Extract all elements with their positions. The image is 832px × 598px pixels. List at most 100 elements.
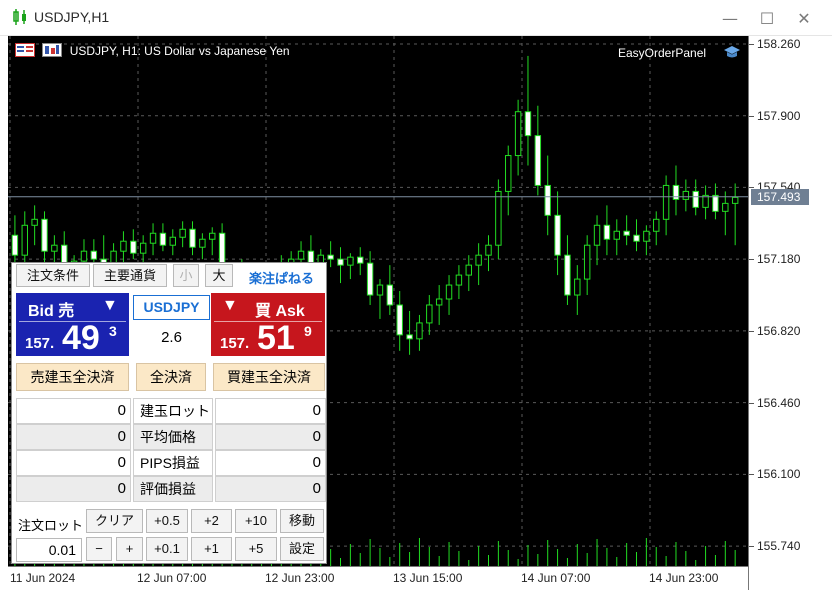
price-axis: 158.260 157.900 157.540 157.180 156.820 … xyxy=(748,36,824,590)
candle-body xyxy=(297,250,305,260)
ask-price-prefix: 157. xyxy=(220,335,250,352)
buy-average-value: 0 xyxy=(215,424,326,450)
price-label: 157.900 xyxy=(757,108,801,123)
row-label: 建玉ロット xyxy=(133,398,213,424)
price-label: 157.180 xyxy=(757,252,801,267)
time-label: 13 Jun 15:00 xyxy=(393,571,463,585)
candle-body xyxy=(386,284,394,306)
candle-body xyxy=(564,254,571,296)
candle-body xyxy=(159,232,167,246)
candle-body xyxy=(337,258,344,266)
time-axis: 11 Jun 2024 12 Jun 07:00 12 Jun 23:00 13… xyxy=(8,566,748,590)
candle-body xyxy=(475,254,482,266)
time-label: 14 Jun 23:00 xyxy=(649,571,719,585)
candle-body xyxy=(633,234,640,242)
settings-button[interactable]: 設定 xyxy=(280,537,324,561)
candle-body xyxy=(524,111,532,137)
candle-body xyxy=(682,190,690,200)
candle-body xyxy=(120,240,127,252)
bid-price-prefix: 157. xyxy=(25,335,55,352)
close-all-sell-button[interactable]: 売建玉全決済 xyxy=(16,363,129,391)
candle-body xyxy=(31,218,38,226)
add-0.1-button[interactable]: +0.1 xyxy=(146,537,188,561)
price-label: 156.820 xyxy=(757,323,801,338)
candlestick-app-icon xyxy=(13,9,26,25)
price-tick xyxy=(749,402,754,404)
sell-lots-value: 0 xyxy=(16,398,131,424)
candle-body xyxy=(199,238,206,248)
price-label: 155.740 xyxy=(757,539,801,554)
candle-body xyxy=(731,196,739,204)
candle-body xyxy=(534,135,542,186)
minimize-icon[interactable]: — xyxy=(719,8,741,30)
time-label: 14 Jun 07:00 xyxy=(521,571,591,585)
sell-arrow-icon: ▼ xyxy=(102,297,118,314)
size-small-button[interactable]: 小 xyxy=(173,264,199,287)
candle-body xyxy=(327,254,334,260)
candle-body xyxy=(169,236,176,246)
average-price-row: 0 平均価格 0 xyxy=(16,424,326,450)
candle-body xyxy=(90,250,98,260)
candle-body xyxy=(51,244,58,252)
candle-body xyxy=(21,224,28,256)
chart-type-icon[interactable] xyxy=(42,43,63,57)
candle-body xyxy=(593,224,601,246)
candle-body xyxy=(613,230,620,240)
add-1-button[interactable]: +1 xyxy=(191,537,232,561)
bid-price-pips: 49 xyxy=(62,319,100,357)
decrease-lot-button[interactable]: − xyxy=(86,537,112,561)
size-large-button[interactable]: 大 xyxy=(205,264,233,287)
close-all-button[interactable]: 全決済 xyxy=(136,363,206,391)
graduation-cap-icon[interactable] xyxy=(723,44,741,60)
price-tick xyxy=(749,43,754,45)
increase-lot-button[interactable]: + xyxy=(116,537,143,561)
unrealized-pl-row: 0 評価損益 0 xyxy=(16,476,326,502)
price-label: 158.260 xyxy=(757,36,801,51)
candle-body xyxy=(623,230,630,236)
candle-body xyxy=(722,202,729,212)
major-currencies-tab[interactable]: 主要通貨 xyxy=(93,264,167,287)
ask-price-point: 9 xyxy=(304,323,312,339)
bid-sell-button[interactable]: Bid 売 ▼ 157. 49 3 xyxy=(16,293,129,357)
order-lot-input[interactable]: 0.01 xyxy=(16,538,82,562)
buy-pips-value: 0 xyxy=(215,450,326,476)
time-label: 12 Jun 07:00 xyxy=(137,571,207,585)
price-tick xyxy=(749,259,754,261)
order-conditions-tab[interactable]: 注文条件 xyxy=(16,264,90,287)
close-icon[interactable]: ✕ xyxy=(793,8,815,30)
order-panel: 注文条件 主要通貨 小 大 楽注ぱねる Bid 売 ▼ 157. 49 3 US… xyxy=(11,262,327,564)
candle-body xyxy=(80,250,88,262)
clear-lot-button[interactable]: クリア xyxy=(86,509,143,533)
candle-body xyxy=(514,111,522,157)
candle-body xyxy=(574,278,581,296)
price-tick xyxy=(749,115,754,117)
ask-buy-button[interactable]: ▼ 買 Ask 157. 51 9 xyxy=(211,293,325,357)
price-tick xyxy=(749,187,754,189)
candle-body xyxy=(712,194,719,212)
row-label: 評価損益 xyxy=(133,476,213,502)
candle-body xyxy=(149,232,157,244)
candle-body xyxy=(406,334,413,340)
move-panel-button[interactable]: 移動 xyxy=(280,509,324,533)
add-10-button[interactable]: +10 xyxy=(235,509,277,533)
expert-advisor-label: EasyOrderPanel xyxy=(618,46,707,60)
chart-list-icon[interactable] xyxy=(15,43,35,57)
candle-body xyxy=(583,244,591,280)
time-label: 12 Jun 23:00 xyxy=(265,571,335,585)
candle-body xyxy=(544,184,551,216)
add-0.5-button[interactable]: +0.5 xyxy=(146,509,188,533)
symbol-button[interactable]: USDJPY xyxy=(133,295,210,320)
close-all-buy-button[interactable]: 買建玉全決済 xyxy=(213,363,325,391)
add-5-button[interactable]: +5 xyxy=(235,537,277,561)
candle-body xyxy=(554,214,561,256)
brand-link[interactable]: 楽注ぱねる xyxy=(249,268,314,287)
candle-body xyxy=(357,256,364,264)
time-label: 11 Jun 2024 xyxy=(10,571,76,585)
price-tick xyxy=(749,474,754,476)
add-2-button[interactable]: +2 xyxy=(191,509,232,533)
candle-body xyxy=(643,230,650,242)
maximize-icon[interactable]: ☐ xyxy=(756,8,778,30)
candle-body xyxy=(416,322,423,340)
candle-body xyxy=(209,232,216,240)
bid-price-point: 3 xyxy=(109,323,117,339)
